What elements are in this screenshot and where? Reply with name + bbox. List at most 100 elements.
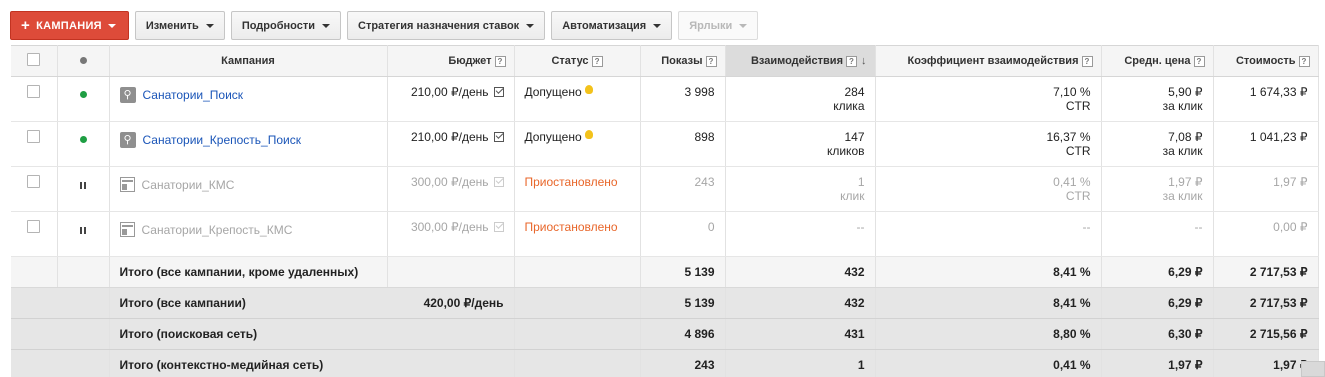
campaign-cell: Санатории_КМС (109, 166, 388, 212)
edit-label: Изменить (145, 19, 199, 32)
budget-cell: 210,00 ₽/день (387, 121, 515, 167)
totals-empty-cell (57, 349, 110, 377)
column-label: Статус (551, 55, 589, 67)
search-icon: ⚲ (119, 87, 136, 103)
totals-empty-cell (57, 318, 110, 350)
interactions-unit: кликов (826, 144, 865, 158)
totals-label: Итого (все кампании) (109, 287, 387, 319)
budget-checkbox-icon[interactable] (493, 87, 504, 97)
rate-value: 7,10 % (1053, 85, 1091, 99)
edit-dropdown[interactable]: Изменить (134, 11, 225, 40)
enabled-dot-icon[interactable] (79, 136, 87, 143)
interaction-rate-cell: 16,37 % CTR (875, 121, 1102, 167)
cost-cell: 1 041,23 ₽ (1213, 121, 1319, 167)
totals-rate: 8,80 % (875, 318, 1102, 350)
help-icon[interactable]: ? (591, 56, 603, 67)
campaign-link[interactable]: Санатории_Крепость_КМС (142, 223, 293, 237)
campaign-cell: ⚲ Санатории_Крепость_Поиск (109, 121, 388, 167)
totals-row: Итого (контекстно-медийная сеть) 243 1 0… (11, 349, 1319, 377)
chevron-down-icon (526, 23, 535, 28)
help-icon[interactable]: ? (1193, 56, 1205, 67)
impressions-cell: 898 (640, 121, 726, 167)
interactions-unit: клика (833, 99, 865, 113)
avg-cost-value: 5,90 ₽ (1168, 85, 1203, 99)
avg-cost-value: 7,08 ₽ (1168, 130, 1203, 144)
enabled-dot-icon[interactable] (79, 91, 87, 98)
column-label: Бюджет (448, 55, 492, 67)
avg-cost-cell: -- (1101, 211, 1214, 257)
pause-icon[interactable] (80, 227, 86, 234)
select-all-checkbox[interactable] (27, 53, 41, 66)
column-label: Кампания (221, 55, 275, 67)
cost-cell: 0,00 ₽ (1213, 211, 1319, 257)
help-icon[interactable]: ? (1081, 56, 1093, 67)
help-icon[interactable]: ? (1298, 56, 1310, 67)
chevron-down-icon (739, 23, 748, 28)
automation-label: Автоматизация (562, 19, 647, 32)
interactions-value: -- (856, 220, 865, 234)
budget-checkbox-icon[interactable] (493, 222, 504, 232)
column-header-cost[interactable]: Стоимость? (1213, 45, 1319, 77)
totals-avg-cost: 6,30 ₽ (1101, 318, 1214, 350)
totals-budget (387, 349, 515, 377)
status-text: Допущено (524, 130, 582, 144)
budget-value: 210,00 ₽/день (410, 85, 489, 99)
help-icon[interactable]: ? (494, 56, 506, 67)
table-header: Кампания Бюджет? Статус? Показы? Взаимод… (11, 45, 1319, 77)
campaign-link[interactable]: Санатории_Поиск (143, 88, 244, 102)
column-header-interaction-rate[interactable]: Коэффициент взаимодействия? (875, 45, 1102, 77)
interaction-rate-cell: 0,41 % CTR (875, 166, 1102, 212)
avg-cost-unit: за клик (1162, 144, 1203, 158)
row-checkbox[interactable] (27, 220, 41, 233)
totals-label: Итого (все кампании, кроме удаленных) (109, 256, 388, 288)
totals-row: Итого (все кампании) 420,00 ₽/день 5 139… (11, 287, 1319, 319)
status-cell: Допущено (514, 121, 641, 167)
campaign-link[interactable]: Санатории_Крепость_Поиск (143, 133, 301, 147)
totals-row: Итого (поисковая сеть) 4 896 431 8,80 % … (11, 318, 1319, 350)
help-icon[interactable]: ? (705, 56, 717, 67)
interaction-rate-cell: 7,10 % CTR (875, 76, 1102, 122)
row-state-cell (57, 121, 110, 167)
status-text: Допущено (524, 85, 582, 99)
select-all-cell (11, 45, 58, 77)
budget-value: 300,00 ₽/день (410, 175, 489, 189)
row-select-cell (11, 166, 58, 212)
totals-impressions: 5 139 (640, 287, 726, 319)
lightbulb-icon[interactable] (584, 130, 593, 139)
row-state-cell (57, 211, 110, 257)
add-campaign-button[interactable]: + КАМПАНИЯ (10, 11, 129, 40)
column-header-avg-cost[interactable]: Средн. цена? (1101, 45, 1214, 77)
column-header-interactions[interactable]: Взаимодействия? ↓ (725, 45, 876, 77)
automation-dropdown[interactable]: Автоматизация (551, 11, 673, 40)
interactions-cell: 1 клик (725, 166, 876, 212)
budget-checkbox-icon[interactable] (493, 177, 504, 187)
bid-strategy-dropdown[interactable]: Стратегия назначения ставок (347, 11, 546, 40)
column-label: Стоимость (1235, 55, 1296, 67)
row-checkbox[interactable] (27, 130, 41, 143)
rate-unit: CTR (1065, 99, 1091, 113)
rate-unit: CTR (1065, 189, 1091, 203)
column-header-budget[interactable]: Бюджет? (387, 45, 515, 77)
rate-unit: CTR (1065, 144, 1091, 158)
labels-dropdown: Ярлыки (678, 11, 759, 40)
budget-checkbox-icon[interactable] (493, 132, 504, 142)
totals-empty-cell (11, 349, 57, 377)
row-checkbox[interactable] (27, 175, 41, 188)
column-header-campaign[interactable]: Кампания (109, 45, 388, 77)
scrollbar-thumb[interactable] (1301, 361, 1325, 377)
lightbulb-icon[interactable] (584, 85, 593, 94)
totals-rate: 8,41 % (875, 256, 1102, 288)
column-header-impressions[interactable]: Показы? (640, 45, 726, 77)
details-dropdown[interactable]: Подробности (230, 11, 341, 40)
row-checkbox[interactable] (27, 85, 41, 98)
totals-impressions: 5 139 (640, 256, 726, 288)
totals-interactions: 432 (725, 287, 876, 319)
column-header-status[interactable]: Статус? (514, 45, 641, 77)
campaign-link[interactable]: Санатории_КМС (142, 178, 235, 192)
avg-cost-cell: 1,97 ₽ за клик (1101, 166, 1214, 212)
pause-icon[interactable] (80, 182, 86, 189)
labels-label: Ярлыки (689, 19, 733, 32)
row-select-cell (11, 76, 58, 122)
help-icon[interactable]: ? (846, 56, 857, 67)
impressions-cell: 243 (640, 166, 726, 212)
